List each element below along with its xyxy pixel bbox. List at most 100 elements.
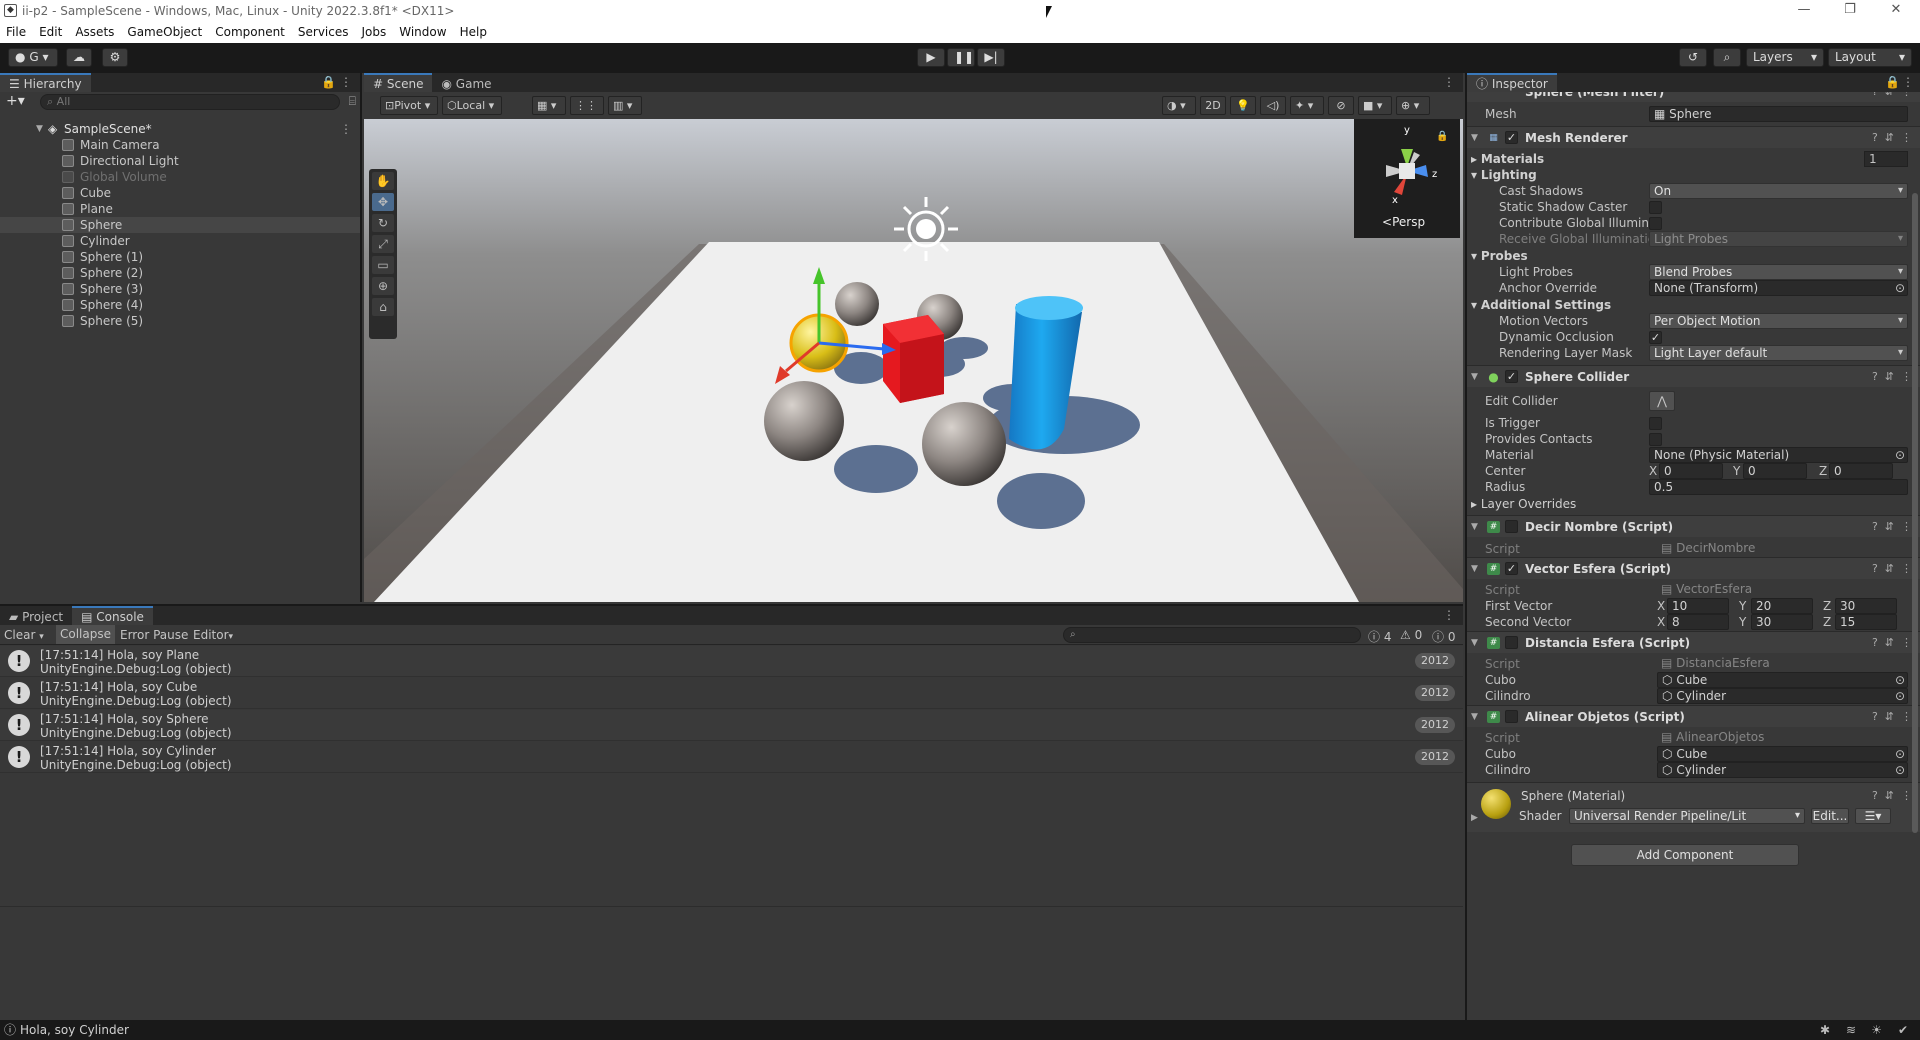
edit-collider-button[interactable]: ⋀ (1649, 391, 1675, 411)
lighting-icon[interactable]: ☀ (1871, 1020, 1882, 1040)
console-row[interactable]: ! [17:51:14] Hola, soy Cylinder UnityEngin… (0, 742, 1463, 773)
status-message[interactable]: Hola, soy Cylinder (20, 1020, 129, 1040)
transform-tool[interactable]: ⊕ (372, 277, 394, 295)
expand-arrow-icon[interactable]: ▼ (36, 121, 43, 137)
rendering-layer-dropdown[interactable]: Light Layer default (1649, 345, 1908, 361)
menu-file[interactable]: File (0, 22, 33, 39)
menu-component[interactable]: Component (209, 22, 292, 39)
more-icon[interactable]: ⋮ (1902, 73, 1914, 92)
error-pause-toggle[interactable]: Error Pause (120, 628, 188, 642)
close-button[interactable]: ✕ (1876, 2, 1916, 17)
second-vector-x-input[interactable]: 8 (1667, 614, 1729, 630)
component-actions-icon[interactable]: ? ⇵ ⋮ (1872, 92, 1912, 103)
filter-icon[interactable]: ⌸ (349, 94, 356, 109)
tab-console[interactable]: ▤ Console (72, 606, 153, 625)
fold-icon[interactable]: ▼ (1471, 558, 1478, 580)
list-item[interactable]: Cylinder (0, 233, 360, 249)
fold-icon[interactable]: ▼ (1471, 127, 1478, 149)
snap-toggle[interactable]: ⋮⋮ ▾ (570, 96, 604, 129)
enabled-checkbox[interactable] (1505, 710, 1518, 723)
tab-hierarchy[interactable]: ☰ Hierarchy (0, 73, 91, 92)
inspector-scrollbar[interactable] (1912, 193, 1918, 833)
fold-icon[interactable]: ▼ (1471, 366, 1478, 388)
decir-nombre-header[interactable]: ▼ # Decir Nombre (Script) ? ⇵ ⋮ (1467, 515, 1920, 537)
search-button[interactable]: ⌕ (1713, 48, 1741, 67)
persp-toggle[interactable]: <Persp (1382, 215, 1425, 229)
cilindro-field[interactable]: ⬡ Cylinder (1657, 762, 1908, 778)
move-tool[interactable]: ✥ (372, 193, 394, 211)
clear-button[interactable]: Clear ▾ (4, 628, 44, 642)
list-item[interactable]: Sphere (2) (0, 265, 360, 281)
layer-overrides-foldout[interactable]: ▸ Layer Overrides (1471, 494, 1576, 514)
editor-dropdown[interactable]: Editor▾ (193, 628, 233, 642)
component-actions-icon[interactable]: ? ⇵ ⋮ (1872, 789, 1912, 802)
add-component-button[interactable]: Add Component (1571, 844, 1799, 866)
2d-toggle[interactable]: 2D (1200, 96, 1226, 115)
list-item[interactable]: Cube (0, 185, 360, 201)
anchor-override-field[interactable]: None (Transform) (1649, 280, 1908, 296)
enabled-checkbox[interactable]: ✓ (1505, 131, 1518, 144)
mesh-renderer-header[interactable]: ▼ ▦ ✓ Mesh Renderer ? ⇵ ⋮ (1467, 126, 1920, 148)
add-icon[interactable]: +▾ (6, 93, 25, 109)
console-detail-divider[interactable] (0, 906, 1463, 907)
more-icon[interactable]: ⋮ (1443, 606, 1455, 625)
list-item[interactable]: Sphere (5) (0, 313, 360, 329)
scene-root[interactable]: ▼ ◈ SampleScene* ⋮ (0, 121, 360, 137)
enabled-checkbox[interactable]: ✓ (1505, 562, 1518, 575)
receive-gi-dropdown[interactable]: Light Probes (1649, 231, 1908, 247)
list-item[interactable]: Directional Light (0, 153, 360, 169)
scale-tool[interactable]: ⤢ (372, 235, 394, 253)
gizmos-dropdown[interactable]: ⊕ ▾ (1396, 96, 1430, 115)
console-row[interactable]: ! [17:51:14] Hola, soy Cube UnityEngine.De… (0, 678, 1463, 709)
console-row[interactable]: ! [17:51:14] Hola, soy Plane UnityEngine.D… (0, 646, 1463, 677)
list-item[interactable]: Main Camera (0, 137, 360, 153)
alinear-objetos-header[interactable]: ▼ # Alinear Objetos (Script) ? ⇵ ⋮ (1467, 705, 1920, 727)
visibility-toggle[interactable]: ⊘ (1328, 96, 1354, 115)
menu-gameobject[interactable]: GameObject (121, 22, 209, 39)
progress-check-icon[interactable]: ✔ (1898, 1020, 1908, 1040)
more-icon[interactable]: ⋮ (1443, 73, 1455, 92)
sphere-collider-header[interactable]: ▼ ● ✓ Sphere Collider ? ⇵ ⋮ (1467, 365, 1920, 387)
shading-mode[interactable]: ◑ ▾ (1162, 96, 1196, 115)
lock-icon[interactable]: 🔒 (321, 73, 336, 92)
hand-tool[interactable]: ✋ (372, 172, 394, 190)
layer-overrides-row[interactable]: ▸ Layer Overrides (1467, 494, 1920, 514)
component-actions-icon[interactable]: ? ⇵ ⋮ (1872, 706, 1912, 728)
orientation-gizmo[interactable]: y z x 🔒 <Persp (1354, 119, 1460, 238)
warning-count-toggle[interactable]: ⚠ 0 (1400, 628, 1422, 642)
play-button[interactable]: ▶ (917, 48, 945, 67)
audio-toggle[interactable]: ◁) (1260, 96, 1286, 115)
lighting-toggle[interactable]: 💡 (1230, 96, 1256, 115)
tab-scene[interactable]: # Scene (364, 73, 433, 92)
account-button[interactable]: ● G ▾ (8, 48, 58, 67)
camera-dropdown[interactable]: ■ ▾ (1358, 96, 1392, 115)
mesh-filter-header[interactable]: Sphere (Mesh Filter) ? ⇵ ⋮ (1467, 92, 1920, 102)
shader-options-button[interactable]: ☰▾ (1855, 808, 1891, 824)
menu-edit[interactable]: Edit (33, 22, 69, 39)
cloud-button[interactable]: ☁ (66, 48, 92, 67)
step-button[interactable]: ▶| (977, 48, 1005, 67)
console-row[interactable]: ! [17:51:14] Hola, soy Sphere UnityEngine.… (0, 710, 1463, 741)
maximize-button[interactable]: ❐ (1830, 2, 1870, 17)
menu-assets[interactable]: Assets (69, 22, 121, 39)
lock-icon[interactable]: 🔒 (1885, 73, 1900, 92)
collab-button[interactable]: ⚙ (102, 48, 128, 67)
fold-icon[interactable]: ▼ (1471, 516, 1478, 538)
hierarchy-search-input[interactable]: ⌕ All (40, 94, 340, 110)
effects-dropdown[interactable]: ✦ ▾ (1290, 96, 1324, 115)
second-vector-z-input[interactable]: 15 (1835, 614, 1897, 630)
list-item[interactable]: Sphere (4) (0, 297, 360, 313)
more-icon[interactable]: ⋮ (340, 73, 352, 92)
increment-snap[interactable]: ▥ ▾ (608, 96, 642, 115)
edit-shader-button[interactable]: Edit... (1811, 808, 1849, 824)
list-item[interactable]: Sphere (3) (0, 281, 360, 297)
error-count-toggle[interactable]: ⓘ 0 (1432, 628, 1455, 645)
grid-toggle[interactable]: ▦ ▾ (532, 96, 566, 115)
vector-esfera-header[interactable]: ▼ # ✓ Vector Esfera (Script) ? ⇵ ⋮ (1467, 557, 1920, 579)
menu-jobs[interactable]: Jobs (356, 22, 394, 39)
distancia-esfera-header[interactable]: ▼ # Distancia Esfera (Script) ? ⇵ ⋮ (1467, 631, 1920, 653)
component-actions-icon[interactable]: ? ⇵ ⋮ (1872, 558, 1912, 580)
layers-dropdown[interactable]: Layers ▾ (1746, 48, 1824, 67)
menu-services[interactable]: Services (292, 22, 356, 39)
collapse-toggle[interactable]: Collapse (56, 625, 115, 644)
